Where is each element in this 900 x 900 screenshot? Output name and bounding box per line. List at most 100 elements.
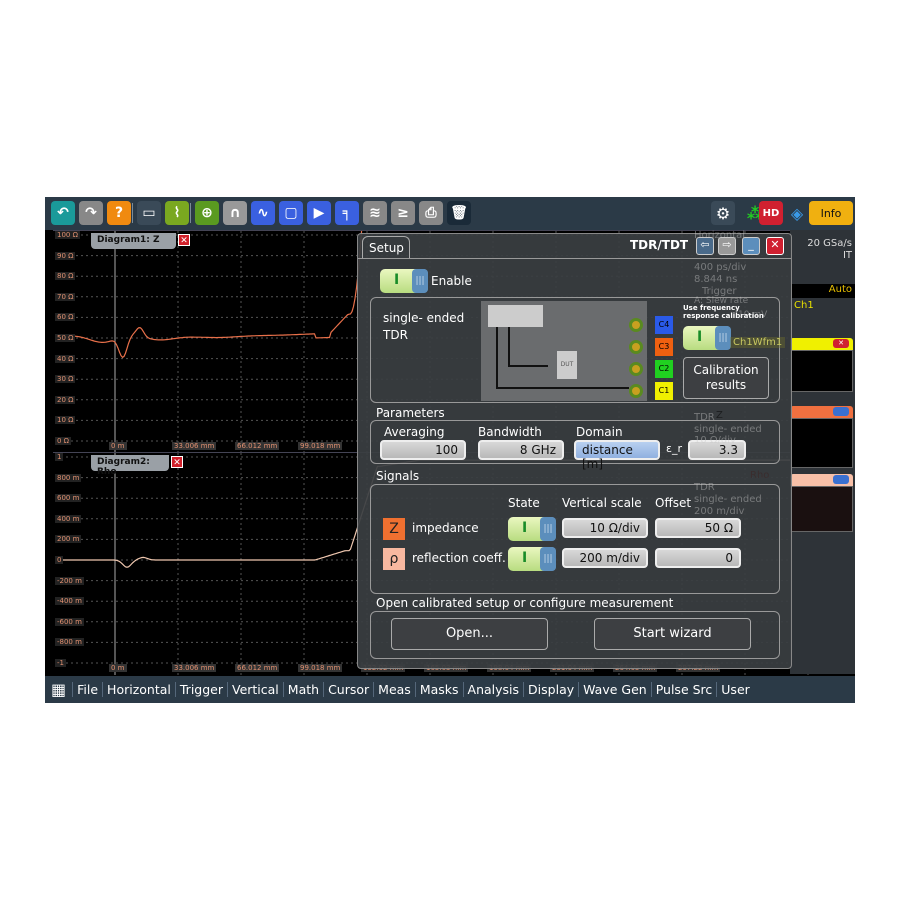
signal-name: reflection coeff.: [412, 551, 506, 565]
y-tick-label: 0 Ω: [55, 437, 72, 445]
apps-grid-icon[interactable]: ▦: [45, 680, 72, 699]
ghost-horizontal: Horizontal: [694, 230, 746, 241]
menu-display[interactable]: Display: [523, 682, 578, 697]
menu-horizontal[interactable]: Horizontal: [102, 682, 175, 697]
close-icon[interactable]: ✕: [833, 339, 849, 348]
freq-cal-toggle[interactable]: I |||: [683, 326, 731, 350]
minimize-icon[interactable]: [833, 407, 849, 416]
y-tick-label: 1: [55, 453, 64, 461]
channel-c2[interactable]: C2: [655, 360, 673, 378]
open-folder-icon[interactable]: ▭: [137, 201, 161, 225]
print-icon[interactable]: ⎙: [419, 201, 443, 225]
close-icon[interactable]: ✕: [171, 456, 183, 468]
vertical-scale-input[interactable]: 10 Ω/div: [562, 518, 648, 538]
y-tick-label: 10 Ω: [55, 416, 76, 425]
y-tick-label: -200 m: [55, 576, 84, 585]
averaging-input[interactable]: 100: [380, 440, 466, 460]
dut-box: DUT: [557, 351, 577, 379]
bandwidth-label: Bandwidth: [478, 425, 542, 439]
signal-name: impedance: [412, 521, 479, 535]
menu-wave-gen[interactable]: Wave Gen: [578, 682, 651, 697]
sample-rate: 20 GSa/s: [807, 238, 852, 249]
y-tick-label: 200 m: [55, 535, 82, 544]
menu-math[interactable]: Math: [282, 682, 323, 697]
y-tick-label: 50 Ω: [55, 334, 76, 342]
mode-type: TDR: [383, 328, 408, 342]
menu-meas[interactable]: Meas: [373, 682, 415, 697]
menu-file[interactable]: File: [72, 682, 102, 697]
offset-input[interactable]: 50 Ω: [655, 518, 741, 538]
ghost-rho-desc: 200 m/div: [694, 506, 745, 517]
signal-symbol: Z: [383, 518, 405, 540]
connector-icon: [629, 384, 643, 398]
signals-heading: Signals: [376, 469, 420, 483]
ch1-thumbnail[interactable]: [790, 350, 853, 392]
menu-trigger[interactable]: Trigger: [174, 682, 227, 697]
menu-cursor[interactable]: Cursor: [323, 682, 373, 697]
calibration-results-button[interactable]: Calibration results: [683, 357, 769, 399]
x-tick-label: 99.018 mm: [298, 664, 343, 672]
channel-c4[interactable]: C4: [655, 316, 673, 334]
rho-label: Rho: [750, 470, 770, 481]
y-tick-label: -800 m: [55, 638, 84, 647]
fft-icon[interactable]: ≋: [363, 201, 387, 225]
rho-header[interactable]: [790, 474, 853, 486]
z-thumbnail[interactable]: [790, 418, 853, 468]
acq-mode: IT: [842, 250, 852, 261]
fft2-icon[interactable]: ≥: [391, 201, 415, 225]
x-tick-label: 66.012 mm: [235, 664, 280, 672]
menu-vertical[interactable]: Vertical: [226, 682, 283, 697]
ch1wfm1-header[interactable]: ✕: [790, 338, 853, 350]
z-header[interactable]: [790, 406, 853, 418]
x-tick-label: 66.012 mm: [235, 442, 280, 450]
help-icon[interactable]: ?: [107, 201, 131, 225]
offset-header: Offset: [655, 496, 692, 510]
cursor-icon[interactable]: ╕: [335, 201, 359, 225]
waveform-icon[interactable]: ∿: [251, 201, 275, 225]
trash-icon[interactable]: 🗑: [447, 201, 471, 225]
rho-thumbnail[interactable]: [790, 486, 853, 532]
menu-analysis[interactable]: Analysis: [462, 682, 524, 697]
start-wizard-button[interactable]: Start wizard: [594, 618, 751, 650]
close-icon[interactable]: ✕: [766, 237, 784, 255]
trigger-source[interactable]: Ch1: [794, 300, 814, 311]
y-tick-label: 100 Ω: [55, 231, 80, 239]
ghost-time-div: 400 ps/div: [694, 262, 747, 273]
signal-state-toggle[interactable]: I |||: [508, 547, 556, 571]
offset-input[interactable]: 0: [655, 548, 741, 568]
binoculars-icon[interactable]: ∩: [223, 201, 247, 225]
tab-setup[interactable]: Setup: [362, 236, 410, 258]
y-tick-label: 70 Ω: [55, 292, 76, 301]
minimize-icon[interactable]: [833, 475, 849, 484]
info-button[interactable]: Info: [809, 201, 853, 225]
trigger-mode[interactable]: Auto: [790, 284, 855, 298]
undo-icon[interactable]: ↶: [51, 201, 75, 225]
domain-select[interactable]: distance [m]: [574, 440, 660, 471]
zoom-icon[interactable]: ⊕: [195, 201, 219, 225]
diagram2-tab[interactable]: Diagram2: Rho ✕: [91, 455, 183, 477]
channel-c3[interactable]: C3: [655, 338, 673, 356]
menu-masks[interactable]: Masks: [414, 682, 463, 697]
mask-icon[interactable]: ▶: [307, 201, 331, 225]
vertical-scale-input[interactable]: 200 m/div: [562, 548, 648, 568]
y-tick-label: 40 Ω: [55, 354, 76, 363]
gear-icon[interactable]: ⚙: [711, 201, 735, 225]
open-button[interactable]: Open...: [391, 618, 548, 650]
x-tick-label: 33.006 mm: [172, 664, 217, 672]
diagram1-tab[interactable]: Diagram1: Z ✕: [91, 233, 190, 249]
signal-icon[interactable]: ⌇: [165, 201, 189, 225]
y-tick-label: 60 Ω: [55, 313, 76, 322]
close-icon[interactable]: ✕: [178, 234, 190, 246]
rs-logo-icon[interactable]: ◈: [785, 201, 809, 225]
menu-user[interactable]: User: [716, 682, 754, 697]
diagram1-title: Diagram1: Z: [97, 235, 160, 245]
enable-toggle[interactable]: I |||: [380, 269, 428, 293]
signal-state-toggle[interactable]: I |||: [508, 517, 556, 541]
redo-icon[interactable]: ↷: [79, 201, 103, 225]
channel-c1[interactable]: C1: [655, 382, 673, 400]
hd-icon[interactable]: HD: [759, 201, 783, 225]
bandwidth-input[interactable]: 8 GHz: [478, 440, 564, 460]
measure-gate-icon[interactable]: ▢: [279, 201, 303, 225]
menu-pulse-src[interactable]: Pulse Src: [650, 682, 717, 697]
connection-diagram[interactable]: DUT: [481, 301, 647, 401]
